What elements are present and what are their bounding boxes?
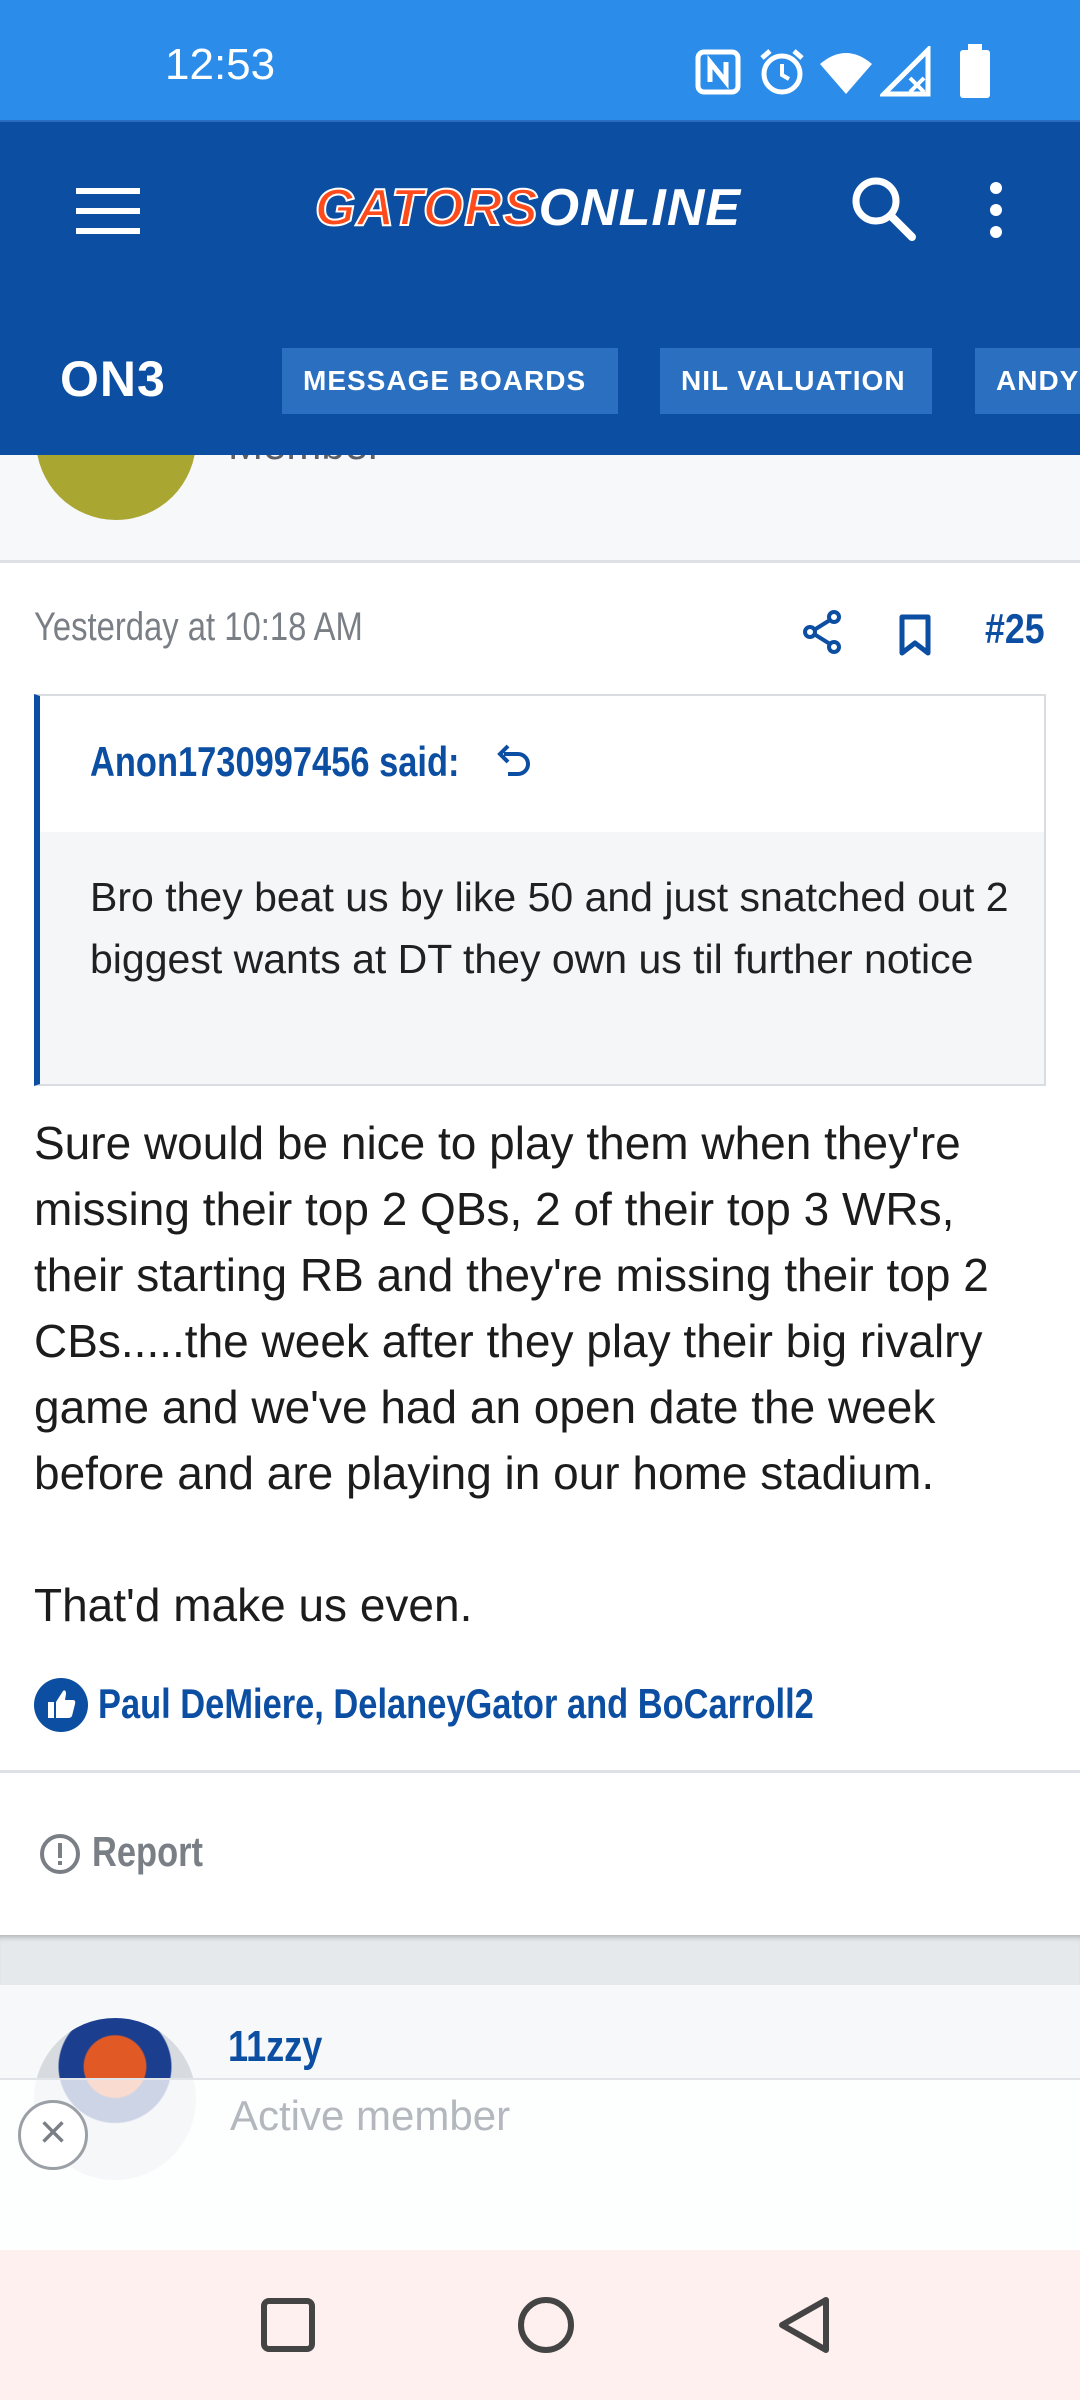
message-paragraph-1: Sure would be nice to play them when the…: [34, 1117, 989, 1499]
alarm-icon: [760, 49, 804, 95]
next-post-role: Active member: [230, 2092, 511, 2139]
quote-author[interactable]: Anon1730997456 said:: [90, 738, 459, 786]
nfc-icon: [695, 49, 741, 95]
battery-icon: [960, 44, 990, 98]
bookmark-icon[interactable]: [898, 614, 932, 656]
previous-post-clip: Member: [0, 455, 1080, 555]
report-button[interactable]: Report: [92, 1828, 203, 1876]
thumbs-up-icon: [48, 1690, 76, 1718]
menu-icon[interactable]: [76, 188, 140, 234]
logo-online: ONLINE: [538, 179, 742, 237]
nav-andy[interactable]: ANDY: [975, 348, 1080, 414]
home-button[interactable]: [516, 2295, 576, 2355]
post-message: Sure would be nice to play them when the…: [34, 1110, 1054, 1638]
previous-role: Member: [228, 455, 382, 469]
on3-brand-logo[interactable]: ON3: [60, 350, 166, 408]
search-icon[interactable]: [850, 175, 916, 241]
like-reaction-badge: [34, 1678, 88, 1732]
logo-gators: GATORS: [314, 178, 539, 238]
more-options-icon[interactable]: [984, 180, 1008, 240]
quote-text: Bro they beat us by like 50 and just sna…: [90, 874, 1009, 982]
nav-nil-valuation[interactable]: NIL VALUATION: [660, 348, 932, 414]
reaction-users[interactable]: Paul DeMiere, DelaneyGator and BoCarroll…: [98, 1680, 814, 1728]
report-icon[interactable]: [38, 1832, 82, 1876]
jump-to-quote-icon[interactable]: [494, 742, 534, 782]
share-icon[interactable]: [802, 610, 842, 654]
recents-button[interactable]: [260, 2297, 316, 2353]
post-number[interactable]: #25: [985, 605, 1045, 653]
post-date[interactable]: Yesterday at 10:18 AM: [34, 605, 363, 650]
previous-avatar: [36, 455, 196, 520]
message-paragraph-2: That'd make us even.: [34, 1579, 473, 1631]
post-separator: [0, 1935, 1080, 1985]
signal-icon: [880, 46, 931, 97]
wifi-icon: [820, 53, 872, 94]
close-icon: ×: [38, 2106, 68, 2159]
close-ad-button[interactable]: ×: [18, 2100, 88, 2170]
status-time: 12:53: [165, 40, 276, 89]
ad-overlay: [0, 2078, 1080, 2252]
site-logo[interactable]: GATORSONLINE: [314, 178, 742, 238]
post-divider: [0, 1770, 1080, 1773]
nav-message-boards[interactable]: MESSAGE BOARDS: [282, 348, 618, 414]
back-button[interactable]: [776, 2295, 832, 2355]
next-post-username[interactable]: 11zzy: [228, 2022, 322, 2072]
